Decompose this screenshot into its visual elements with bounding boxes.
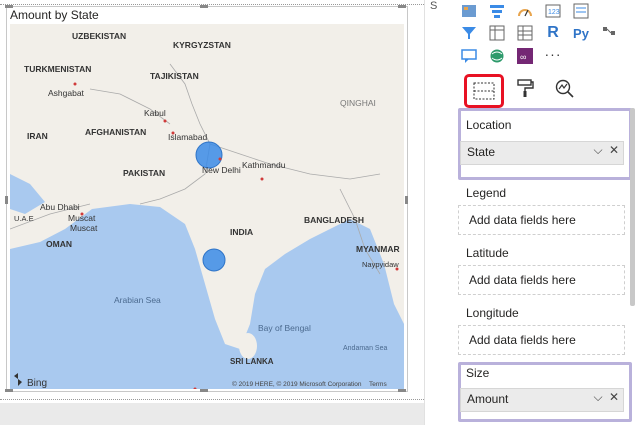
location-field-name: State <box>467 145 496 159</box>
canvas-bottom-guide <box>0 399 424 400</box>
visual-title: Amount by State <box>10 8 99 22</box>
slicer-icon[interactable] <box>460 24 478 42</box>
resize-handle-tr[interactable] <box>398 5 406 8</box>
pane-divider <box>424 0 425 425</box>
map-visual[interactable]: Amount by State UZBEKISTAN KYRGYZSTAN TU… <box>6 6 408 392</box>
filters-pane-collapsed-label[interactable]: S <box>430 0 437 12</box>
size-well[interactable]: Amount ⌵ ✕ <box>458 386 624 414</box>
size-field-name: Amount <box>467 392 509 406</box>
chip-controls: ⌵ ✕ <box>593 390 619 405</box>
sri-lanka-island <box>239 333 257 359</box>
globe-icon[interactable] <box>488 47 506 65</box>
label-arabian-sea: Arabian Sea <box>114 295 161 305</box>
resize-handle-right[interactable] <box>405 196 408 204</box>
paint-roller-icon <box>517 79 534 97</box>
map-terms-link: Terms <box>369 381 387 388</box>
fields-grid-icon <box>473 82 495 100</box>
table-icon[interactable] <box>488 24 506 42</box>
location-well[interactable]: State ⌵ ✕ <box>458 139 624 167</box>
tab-format[interactable] <box>508 74 542 102</box>
resize-handle-left[interactable] <box>5 196 8 204</box>
longitude-placeholder: Add data fields here <box>469 333 576 347</box>
visualizations-pane: 123 R Py ∞ ··· Location State ⌵ ✕ Legend… <box>450 0 639 425</box>
close-icon[interactable]: ✕ <box>609 143 619 157</box>
tab-fields[interactable] <box>464 74 504 108</box>
pane-tabs <box>450 70 639 108</box>
label-pakistan: PAKISTAN <box>123 168 165 178</box>
python-visual-icon[interactable]: Py <box>572 24 590 42</box>
card-icon[interactable]: 123 <box>544 2 562 20</box>
resize-handle-bl[interactable] <box>5 389 13 392</box>
label-bay-of-bengal: Bay of Bengal <box>258 323 311 333</box>
label-iran: IRAN <box>27 131 48 141</box>
label-naypyidaw: Naypyidaw <box>362 260 399 269</box>
label-afghanistan: AFGHANISTAN <box>85 127 146 137</box>
latitude-placeholder: Add data fields here <box>469 273 576 287</box>
latitude-well[interactable]: Add data fields here <box>458 265 625 295</box>
location-label: Location <box>466 118 512 132</box>
label-myanmar: MYANMAR <box>356 244 400 254</box>
label-kabul: Kabul <box>144 108 166 118</box>
latitude-label: Latitude <box>466 246 509 260</box>
pane-scrollbar[interactable] <box>630 108 635 306</box>
resize-handle-bottom[interactable] <box>200 389 208 392</box>
location-field-chip[interactable]: State ⌵ ✕ <box>460 141 624 165</box>
label-oman: OMAN <box>46 239 72 249</box>
label-uzbekistan: UZBEKISTAN <box>72 31 126 41</box>
tab-analytics[interactable] <box>547 74 581 102</box>
chevron-down-icon[interactable]: ⌵ <box>593 143 602 157</box>
label-kathmandu: Kathmandu <box>242 160 286 170</box>
visual-gallery: 123 R Py ∞ ··· <box>450 0 639 68</box>
matrix-icon[interactable] <box>516 24 534 42</box>
chevron-down-icon[interactable]: ⌵ <box>593 390 602 404</box>
label-muscat-2: Muscat <box>70 223 98 233</box>
legend-label: Legend <box>466 186 507 200</box>
label-qinghai: QINGHAI <box>340 98 376 108</box>
bing-logo: Bing <box>27 378 47 389</box>
multirow-card-icon[interactable] <box>572 2 590 20</box>
canvas-top-guide <box>0 4 424 5</box>
map-copyright: © 2019 HERE, © 2019 Microsoft Corporatio… <box>232 380 362 388</box>
longitude-label: Longitude <box>466 306 519 320</box>
label-islamabad: Islamabad <box>168 132 207 142</box>
label-india: INDIA <box>230 227 253 237</box>
report-canvas: Amount by State UZBEKISTAN KYRGYZSTAN TU… <box>0 0 424 425</box>
resize-handle-tl[interactable] <box>5 5 13 8</box>
label-tajikistan: TAJIKISTAN <box>150 71 199 81</box>
key-influencers-icon[interactable] <box>600 24 618 42</box>
label-sri-lanka: SRI LANKA <box>230 357 274 366</box>
svg-text:∞: ∞ <box>520 52 526 62</box>
label-bangladesh: BANGLADESH <box>304 215 364 225</box>
size-field-chip[interactable]: Amount ⌵ ✕ <box>460 388 624 412</box>
qna-icon[interactable] <box>460 47 478 65</box>
legend-placeholder: Add data fields here <box>469 213 576 227</box>
label-turkmenistan: TURKMENISTAN <box>24 64 91 74</box>
label-muscat: Muscat <box>68 213 96 223</box>
label-kyrgyzstan: KYRGYZSTAN <box>173 40 231 50</box>
data-bubble[interactable] <box>202 248 226 272</box>
powerapps-icon[interactable]: ∞ <box>516 47 534 65</box>
analytics-magnifier-icon <box>555 79 574 98</box>
more-icon[interactable]: ··· <box>544 45 562 63</box>
close-icon[interactable]: ✕ <box>609 390 619 404</box>
label-ashgabat: Ashgabat <box>48 88 85 98</box>
funnel-icon[interactable] <box>488 2 506 20</box>
size-label: Size <box>466 366 490 380</box>
label-new-delhi: New Delhi <box>202 165 241 175</box>
resize-handle-top[interactable] <box>200 5 208 8</box>
longitude-well[interactable]: Add data fields here <box>458 325 625 355</box>
map-grid-icon[interactable] <box>460 2 478 20</box>
label-andaman-sea: Andaman Sea <box>343 345 387 352</box>
gauge-icon[interactable] <box>516 2 534 20</box>
map-svg: UZBEKISTAN KYRGYZSTAN TURKMENISTAN TAJIK… <box>10 24 404 389</box>
r-visual-icon[interactable]: R <box>544 24 562 42</box>
canvas-footer <box>0 403 424 425</box>
legend-well[interactable]: Add data fields here <box>458 205 625 235</box>
resize-handle-br[interactable] <box>398 389 406 392</box>
map-canvas[interactable]: UZBEKISTAN KYRGYZSTAN TURKMENISTAN TAJIK… <box>10 24 404 389</box>
chip-controls: ⌵ ✕ <box>593 143 619 158</box>
label-abu-dhabi: Abu Dhabi <box>40 202 80 212</box>
svg-text:123: 123 <box>548 9 560 16</box>
label-uae: U.A.E <box>14 214 34 223</box>
